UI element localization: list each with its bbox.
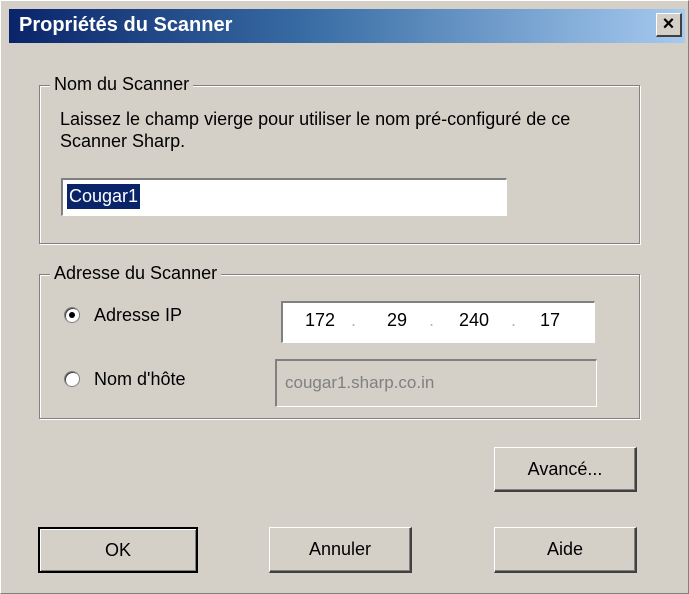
ip-address-label: Adresse IP (94, 305, 183, 325)
advanced-button[interactable]: Avancé... (494, 447, 637, 492)
advanced-button-label: Avancé... (527, 458, 603, 479)
hostname-value: cougar1.sharp.co.in (285, 373, 435, 392)
cancel-button[interactable]: Annuler (269, 527, 412, 573)
ip-address-radio[interactable]: Adresse IP (64, 305, 182, 326)
ip-separator: . (351, 310, 357, 330)
scanner-address-group-label: Adresse du Scanner (50, 263, 222, 284)
hostname-radio[interactable]: Nom d'hôte (64, 369, 186, 390)
scanner-address-group: Adresse du Scanner Adresse IP 172 . 29 .… (39, 263, 640, 419)
ip-octet-3[interactable]: 240 (459, 310, 489, 331)
radio-unchecked-icon (64, 371, 80, 387)
scanner-name-help-text: Laissez le champ vierge pour utiliser le… (60, 109, 571, 151)
scanner-name-group-label: Nom du Scanner (50, 74, 194, 95)
help-button[interactable]: Aide (494, 527, 637, 573)
hostname-label: Nom d'hôte (94, 369, 186, 389)
close-icon: × (662, 13, 675, 35)
scanner-name-value: Cougar1 (67, 184, 141, 209)
ok-button-label: OK (104, 539, 131, 560)
dialog-title: Propriétés du Scanner (19, 14, 233, 36)
ip-address-field[interactable]: 172 . 29 . 240 . 17 (281, 301, 595, 343)
hostname-field[interactable]: cougar1.sharp.co.in (275, 359, 597, 407)
close-button[interactable]: × (656, 13, 682, 37)
scanner-name-group: Nom du Scanner Laissez le champ vierge p… (39, 74, 640, 244)
scanner-name-input[interactable]: Cougar1 (61, 178, 507, 216)
title-bar[interactable]: Propriétés du Scanner × (9, 9, 685, 43)
ip-octet-2[interactable]: 29 (387, 310, 407, 331)
scanner-properties-dialog: Propriétés du Scanner × Nom du Scanner L… (0, 0, 689, 594)
help-button-label: Aide (546, 539, 584, 559)
cancel-button-label: Annuler (308, 539, 372, 559)
ip-octet-1[interactable]: 172 (305, 310, 335, 331)
ip-separator: . (429, 310, 435, 330)
ip-separator: . (511, 310, 517, 330)
ip-octet-4[interactable]: 17 (540, 310, 560, 331)
ok-button[interactable]: OK (38, 527, 198, 573)
radio-checked-icon (64, 307, 80, 323)
